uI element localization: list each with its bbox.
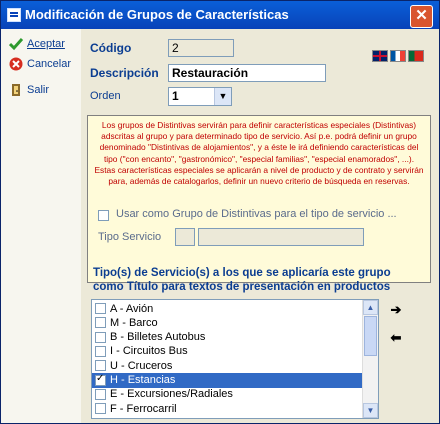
france-flag-icon[interactable] [390, 50, 406, 62]
action-sidebar: Aceptar Cancelar Salir [1, 29, 81, 423]
codigo-field[interactable]: 2 [168, 39, 234, 57]
dialog-window: Modificación de Grupos de Característica… [0, 0, 440, 424]
service-checkbox[interactable] [95, 388, 106, 400]
service-label: F - Ferrocarril [110, 402, 177, 415]
scroll-up-icon[interactable]: ▲ [363, 300, 378, 315]
service-checkbox[interactable] [95, 331, 106, 343]
portugal-flag-icon[interactable] [408, 50, 424, 62]
usar-distintivas-checkbox[interactable] [98, 210, 109, 221]
exit-button[interactable]: Salir [9, 81, 49, 99]
cancel-icon [9, 57, 23, 71]
window-icon [7, 8, 21, 22]
orden-select[interactable]: 1 ▼ [168, 87, 232, 106]
cancel-button[interactable]: Cancelar [9, 55, 71, 73]
service-checkbox[interactable] [95, 317, 106, 329]
deselect-all-arrow-icon[interactable]: ⬅ [385, 329, 407, 347]
service-checkbox[interactable] [95, 373, 106, 386]
uk-flag-icon[interactable] [372, 50, 388, 62]
form-panel: Código 2 Descripción Restauración Orden … [81, 29, 439, 423]
exit-door-icon [12, 84, 20, 96]
accept-label: Aceptar [27, 38, 65, 50]
list-item[interactable]: M - Barco [92, 315, 362, 330]
services-list[interactable]: A - Avión M - Barco B - Billetes Autobus I … [91, 299, 379, 419]
orden-label: Orden [90, 90, 121, 102]
descripcion-label: Descripción [90, 66, 159, 80]
service-label: B - Billetes Autobus [110, 331, 206, 344]
list-item[interactable]: U - Cruceros [92, 358, 362, 373]
info-text: Los grupos de Distintivas servirán para … [94, 120, 424, 187]
service-label: H - Estancias [110, 374, 176, 386]
tipo-servicio-label: Tipo Servicio [98, 231, 162, 243]
service-checkbox[interactable] [95, 360, 106, 372]
select-all-arrow-icon[interactable]: ➔ [385, 301, 407, 319]
services-title-line1: Tipo(s) de Servicio(s) a los que se apli… [93, 267, 391, 279]
service-checkbox[interactable] [95, 345, 106, 357]
distintivas-info-box: Los grupos de Distintivas servirán para … [87, 115, 431, 283]
window-title: Modificación de Grupos de Característica… [25, 7, 289, 22]
list-item[interactable]: F - Ferrocarril [92, 401, 362, 416]
codigo-label: Código [90, 41, 132, 55]
scroll-down-icon[interactable]: ▼ [363, 403, 378, 418]
service-checkbox[interactable] [95, 303, 106, 314]
service-label: U - Cruceros [110, 359, 173, 372]
descripcion-field[interactable]: Restauración [168, 64, 326, 82]
list-item[interactable]: B - Billetes Autobus [92, 330, 362, 345]
accept-button[interactable]: Aceptar [9, 35, 65, 53]
list-item[interactable]: E - Excursiones/Radiales [92, 387, 362, 402]
list-item[interactable]: I - Circuitos Bus [92, 344, 362, 359]
services-title-line2: como Título para textos de presentación … [93, 281, 391, 293]
service-label: E - Excursiones/Radiales [110, 388, 233, 401]
list-item[interactable]: H - Estancias [92, 372, 362, 388]
services-section-title: Tipo(s) de Servicio(s) a los que se apli… [93, 266, 391, 294]
title-bar[interactable]: Modificación de Grupos de Característica… [1, 1, 439, 29]
exit-label: Salir [27, 84, 50, 96]
orden-value: 1 [172, 89, 179, 103]
checkmark-icon [9, 38, 23, 51]
list-scrollbar[interactable]: ▲ ▼ [362, 300, 378, 418]
language-flags [372, 50, 424, 62]
chevron-down-icon[interactable]: ▼ [214, 88, 231, 105]
service-label: I - Circuitos Bus [110, 345, 188, 358]
usar-distintivas-label: Usar como Grupo de Distintivas para el t… [116, 208, 397, 220]
tipo-servicio-name-field [198, 228, 364, 246]
service-label: A - Avión [110, 302, 154, 315]
close-button[interactable]: ✕ [410, 5, 433, 28]
list-item[interactable]: A - Avión [92, 301, 362, 316]
tipo-servicio-code-field [175, 228, 195, 246]
service-label: M - Barco [110, 316, 158, 329]
service-checkbox[interactable] [95, 403, 106, 415]
scroll-thumb[interactable] [364, 316, 377, 356]
cancel-label: Cancelar [27, 58, 72, 70]
